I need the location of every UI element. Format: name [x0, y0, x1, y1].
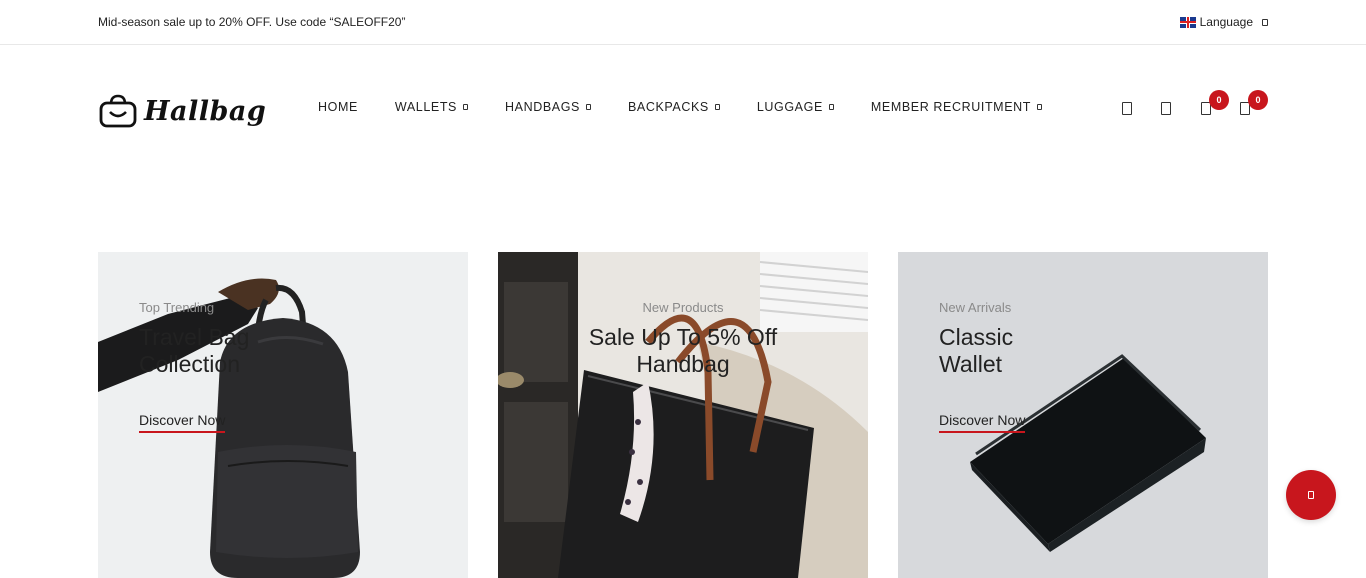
logo[interactable]: Hallbag: [98, 94, 266, 128]
main-nav: HOME WALLETS HANDBAGS BACKPACKS LUGGAGE …: [318, 100, 1079, 114]
banner-classic-wallet[interactable]: New Arrivals Classic Wallet Discover Now: [898, 252, 1268, 578]
uk-flag-icon: [1179, 16, 1196, 28]
nav-item-handbags[interactable]: HANDBAGS: [505, 100, 591, 114]
search-icon[interactable]: [1120, 100, 1134, 117]
banner-title-line: Wallet: [939, 351, 1003, 377]
chat-button[interactable]: [1286, 470, 1336, 520]
banner-title-line: Sale Up To 5% Off: [588, 324, 778, 350]
banner-title: Travel Bag Collection: [139, 324, 249, 378]
wishlist-count-badge: 0: [1209, 90, 1229, 110]
chevron-down-icon: [1262, 18, 1268, 26]
nav-label: WALLETS: [394, 100, 457, 114]
banner-title-line: Handbag: [636, 351, 730, 377]
cart-icon[interactable]: 0: [1238, 90, 1268, 117]
nav-item-member-recruitment[interactable]: MEMBER RECRUITMENT: [871, 100, 1042, 114]
cart-count-badge: 0: [1248, 90, 1268, 110]
banner-subtitle: New Arrivals: [939, 300, 1012, 315]
nav-label: LUGGAGE: [756, 100, 823, 114]
banner-handbag-sale[interactable]: New Products Sale Up To 5% Off Handbag: [498, 252, 868, 578]
top-bar: Mid-season sale up to 20% OFF. Use code …: [0, 0, 1366, 45]
banner-title-line: Classic: [939, 324, 1014, 350]
nav-label: HANDBAGS: [505, 100, 580, 114]
header-icons: 0 0: [1120, 90, 1270, 120]
nav-item-wallets[interactable]: WALLETS: [395, 100, 468, 114]
nav-item-luggage[interactable]: LUGGAGE: [757, 100, 834, 114]
nav-label: BACKPACKS: [627, 100, 709, 114]
banner-subtitle: Top Trending: [139, 300, 215, 315]
brand-name: Hallbag: [144, 95, 267, 127]
nav-item-backpacks[interactable]: BACKPACKS: [628, 100, 720, 114]
discover-now-link[interactable]: Discover Now: [139, 412, 226, 433]
chevron-down-icon: [828, 104, 834, 110]
banner-title: Sale Up To 5% Off Handbag: [498, 324, 868, 378]
chat-icon: [1308, 491, 1314, 499]
promo-text: Mid-season sale up to 20% OFF. Use code …: [98, 15, 406, 29]
language-selector[interactable]: Language: [1179, 15, 1268, 29]
banner-subtitle: New Products: [642, 300, 724, 315]
chevron-down-icon: [463, 104, 468, 110]
chevron-down-icon: [714, 104, 720, 110]
banner-travel-bag[interactable]: Top Trending Travel Bag Collection Disco…: [98, 252, 468, 578]
chevron-down-icon: [585, 104, 591, 110]
banner-title-line: Travel Bag: [139, 324, 250, 350]
banner-title-line: Collection: [139, 351, 240, 377]
nav-label: HOME: [318, 100, 358, 114]
site-header: Hallbag HOME WALLETS HANDBAGS BACKPACKS …: [0, 46, 1366, 168]
bag-logo-icon: [99, 94, 137, 128]
nav-item-home[interactable]: HOME: [318, 100, 358, 114]
discover-now-link[interactable]: Discover Now: [939, 412, 1026, 433]
chevron-down-icon: [1037, 104, 1042, 110]
user-icon[interactable]: [1159, 100, 1173, 117]
heart-icon[interactable]: 0: [1199, 90, 1229, 117]
language-label: Language: [1199, 15, 1253, 29]
banner-title: Classic Wallet: [939, 324, 1013, 378]
nav-label: MEMBER RECRUITMENT: [870, 100, 1031, 114]
